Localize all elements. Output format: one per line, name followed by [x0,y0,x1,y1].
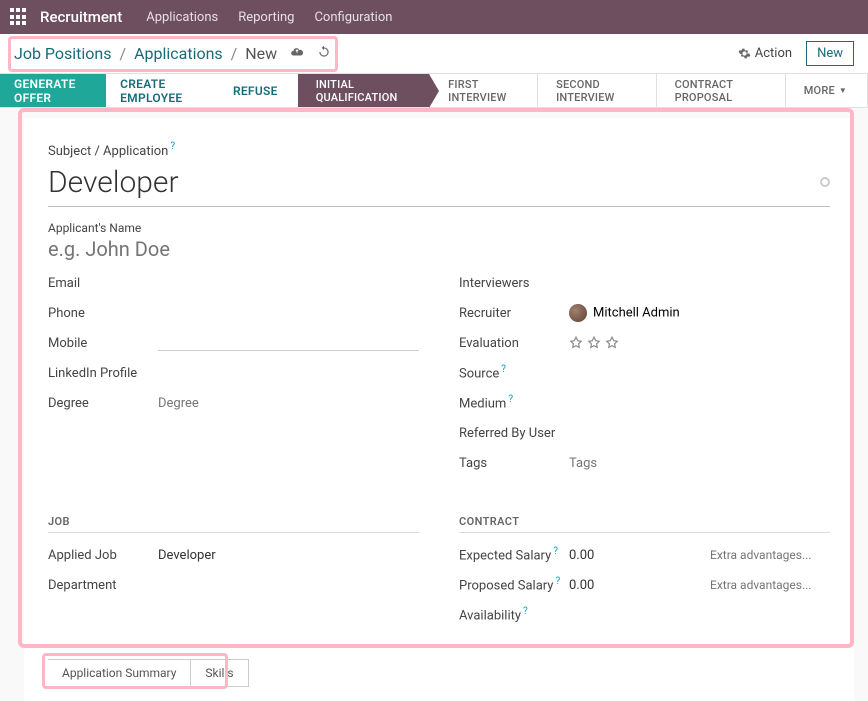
referred-input[interactable] [569,426,830,441]
stage-bar: GENERATE OFFER CREATE EMPLOYEE REFUSE IN… [0,74,868,108]
subject-input[interactable] [48,163,830,207]
degree-input[interactable] [158,396,419,411]
tags-input[interactable] [569,456,830,471]
source-label: Source? [459,364,569,381]
help-icon[interactable]: ? [508,394,513,405]
applicant-name-label: Applicant's Name [48,221,830,235]
expected-salary-input[interactable] [569,548,710,563]
help-icon[interactable]: ? [555,576,560,587]
nav-applications[interactable]: Applications [146,10,218,25]
stage-more[interactable]: MORE ▼ [786,74,868,107]
breadcrumb-bar: Job Positions / Applications / New Actio… [0,34,868,74]
stage-second-interview[interactable]: SECOND INTERVIEW [538,74,657,107]
proposed-salary-label: Proposed Salary? [459,576,569,593]
stage-first-interview[interactable]: FIRST INTERVIEW [430,74,538,107]
subject-label: Subject / Application? [48,140,830,159]
breadcrumb-current: New [245,44,277,63]
help-icon[interactable]: ? [501,364,506,375]
availability-input[interactable] [569,608,830,623]
breadcrumb-applications[interactable]: Applications [134,44,223,63]
stage-contract-proposal[interactable]: CONTRACT PROPOSAL [657,74,786,107]
breadcrumb-sep: / [119,44,126,63]
avatar [569,304,587,322]
contract-section-header: CONTRACT [459,515,830,533]
recruiter-label: Recruiter [459,306,569,321]
nav-configuration[interactable]: Configuration [314,10,392,25]
expected-salary-label: Expected Salary? [459,546,569,563]
tab-application-summary[interactable]: Application Summary [48,659,191,687]
applied-job-input[interactable] [158,548,419,563]
form-card: Subject / Application? Applicant's Name … [24,118,854,701]
email-label: Email [48,276,158,291]
cloud-save-icon[interactable] [289,44,305,63]
medium-label: Medium? [459,394,569,411]
refuse-button[interactable]: REFUSE [219,74,292,107]
phone-input[interactable] [158,306,419,321]
stage-more-label: MORE [804,84,835,97]
chevron-down-icon: ▼ [839,86,847,95]
create-employee-button[interactable]: CREATE EMPLOYEE [106,74,219,107]
availability-label: Availability? [459,606,569,623]
action-label: Action [755,46,792,61]
generate-offer-button[interactable]: GENERATE OFFER [0,74,106,107]
tab-skills[interactable]: Skills [191,659,248,687]
app-brand[interactable]: Recruitment [40,8,122,26]
action-menu[interactable]: Action [738,46,792,61]
star-icon[interactable] [587,336,601,350]
department-label: Department [48,578,158,593]
linkedin-input[interactable] [158,366,419,381]
expected-salary-extra-input[interactable] [710,548,830,562]
help-icon[interactable]: ? [553,546,558,557]
degree-label: Degree [48,396,158,411]
gear-icon [738,47,751,60]
source-input[interactable] [569,366,830,381]
referred-label: Referred By User [459,426,569,441]
department-input[interactable] [158,578,419,593]
new-button[interactable]: New [806,41,854,66]
discard-icon[interactable] [317,44,331,63]
apps-icon[interactable] [10,8,28,26]
applicant-name-input[interactable] [48,237,830,261]
email-input[interactable] [158,276,419,291]
recruiter-value[interactable]: Mitchell Admin [569,304,680,322]
help-icon[interactable]: ? [523,606,528,617]
interviewers-label: Interviewers [459,276,569,291]
job-section-header: JOB [48,515,419,533]
breadcrumb-sep: / [231,44,238,63]
mobile-label: Mobile [48,336,158,351]
top-navbar: Recruitment Applications Reporting Confi… [0,0,868,34]
proposed-salary-input[interactable] [569,578,710,593]
star-icon[interactable] [569,336,583,350]
applied-job-label: Applied Job [48,548,158,563]
evaluation-stars[interactable] [569,336,619,350]
phone-label: Phone [48,306,158,321]
proposed-salary-extra-input[interactable] [710,578,830,592]
help-icon[interactable]: ? [170,141,175,152]
evaluation-label: Evaluation [459,336,569,351]
medium-input[interactable] [569,396,830,411]
nav-reporting[interactable]: Reporting [238,10,294,25]
breadcrumb: Job Positions / Applications / New [14,44,277,63]
star-icon[interactable] [605,336,619,350]
interviewers-input[interactable] [569,276,830,291]
mobile-input[interactable] [158,335,419,351]
tags-label: Tags [459,456,569,471]
breadcrumb-job-positions[interactable]: Job Positions [14,44,112,63]
linkedin-label: LinkedIn Profile [48,366,158,381]
stage-initial-qualification[interactable]: INITIAL QUALIFICATION [298,74,430,107]
kanban-state-icon[interactable] [820,177,830,187]
